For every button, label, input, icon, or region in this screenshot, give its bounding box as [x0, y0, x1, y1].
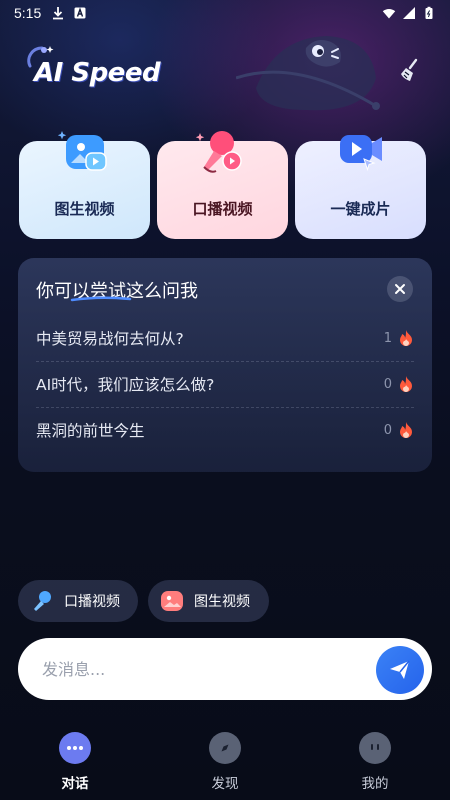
compass-icon	[209, 732, 241, 764]
send-button[interactable]	[376, 646, 424, 694]
one-click-film-label: 一键成片	[330, 200, 391, 218]
suggestions-panel: 你可以尝试这么问我 中美贸易战何去何从? 1 AI时代，我们应该怎么做? 0 黑…	[18, 258, 432, 472]
suggestion-item[interactable]: AI时代，我们应该怎么做? 0	[36, 361, 414, 407]
download-icon	[53, 7, 64, 20]
app-logo: AI Speed	[22, 44, 162, 104]
bottom-navigation: 对话 发现 我的	[0, 722, 450, 800]
status-time: 5:15	[14, 5, 42, 21]
quick-voiceover-chip[interactable]: 口播视频	[18, 580, 138, 622]
fire-icon	[400, 422, 412, 438]
image-video-icon	[57, 131, 107, 171]
paper-plane-icon	[390, 660, 410, 679]
message-bar	[18, 638, 432, 700]
suggestion-text: AI时代，我们应该怎么做?	[36, 376, 215, 394]
chat-bubble-icon	[59, 732, 91, 764]
voiceover-video-label: 口播视频	[192, 200, 253, 218]
nav-label-profile: 我的	[361, 776, 389, 792]
fire-icon	[400, 376, 412, 392]
suggestion-item[interactable]: 中美贸易战何去何从? 1	[36, 315, 414, 361]
image-to-video-label: 图生视频	[54, 200, 115, 218]
broom-icon	[401, 58, 418, 81]
nav-label-chat: 对话	[61, 776, 89, 792]
nav-tab-chat[interactable]: 对话	[35, 732, 115, 792]
clear-chat-button[interactable]	[392, 52, 428, 88]
profile-face-icon	[359, 732, 391, 764]
close-icon	[395, 284, 405, 294]
close-suggestions-button[interactable]	[387, 276, 413, 302]
suggestion-count: 1	[383, 330, 392, 346]
battery-icon	[425, 6, 433, 19]
image-icon	[161, 591, 183, 611]
one-click-film-card[interactable]: 一键成片	[295, 135, 426, 239]
quick-image-video-label: 图生视频	[194, 594, 250, 610]
suggestion-count: 0	[383, 422, 392, 438]
suggestion-item[interactable]: 黑洞的前世今生 0	[36, 407, 414, 453]
nav-tab-profile[interactable]: 我的	[335, 732, 415, 792]
quick-image-video-chip[interactable]: 图生视频	[148, 580, 269, 622]
mascot-character-icon	[236, 36, 380, 111]
video-camera-icon	[339, 135, 382, 172]
suggestion-count: 0	[383, 376, 392, 392]
microphone-icon	[34, 591, 51, 611]
a-box-icon	[74, 7, 86, 19]
microphone-video-icon	[195, 131, 242, 173]
suggestion-text: 中美贸易战何去何从?	[36, 330, 184, 348]
logo-text: AI Speed	[34, 58, 161, 88]
image-to-video-card[interactable]: 图生视频	[19, 131, 150, 239]
title-underline-decoration	[70, 296, 132, 302]
nav-tab-discover[interactable]: 发现	[185, 732, 265, 792]
fire-icon	[400, 330, 412, 346]
suggestion-text: 黑洞的前世今生	[36, 422, 145, 440]
message-input[interactable]	[42, 659, 362, 679]
voiceover-video-card[interactable]: 口播视频	[157, 131, 288, 239]
signal-icon	[403, 7, 415, 19]
nav-label-discover: 发现	[211, 776, 239, 792]
quick-voiceover-label: 口播视频	[64, 594, 120, 610]
